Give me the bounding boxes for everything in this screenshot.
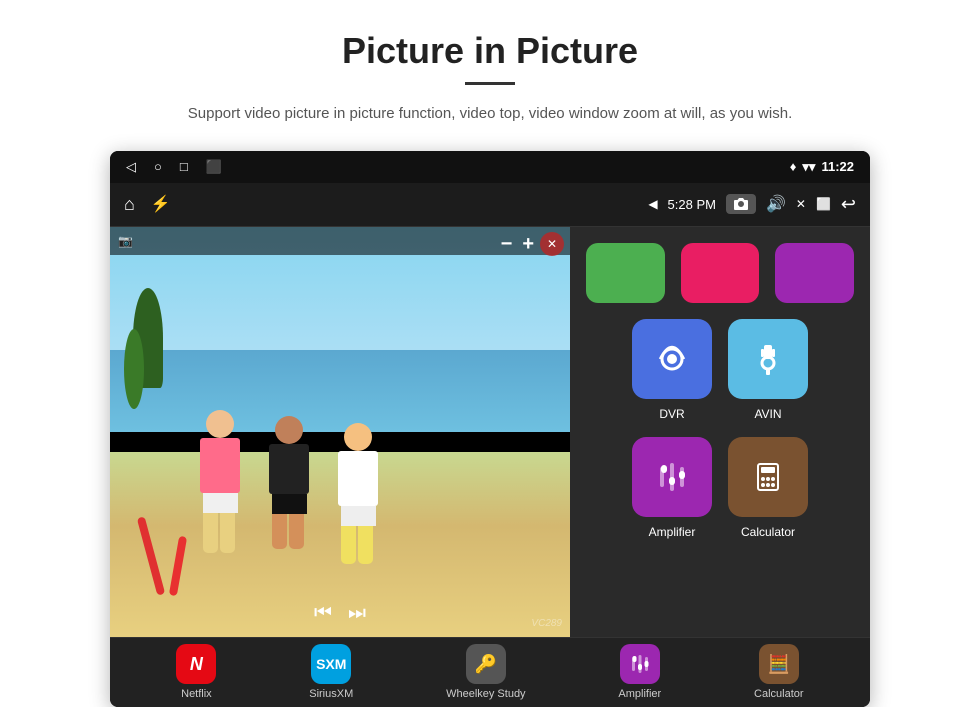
page-subtitle: Support video picture in picture functio… [188,101,792,127]
pip-plus-button[interactable]: + [522,233,534,256]
app-bar: ⌂ ⚡ ◀ 5:28 PM 🔊 ✕ ⬜ ↩ [110,183,870,227]
page-container: Picture in Picture Support video picture… [0,0,980,707]
app-bar-left: ⌂ ⚡ [124,194,171,215]
app-row-partial [586,243,854,303]
recent-nav-icon[interactable]: □ [180,159,188,174]
app-bar-right: ◀ 5:28 PM 🔊 ✕ ⬜ ↩ [648,194,856,215]
status-bar: ◁ ○ □ ⬛ ♦ ▾▾ 11:22 [110,151,870,183]
bottom-amplifier-icon [620,644,660,684]
wifi-icon: ◀ [648,197,657,211]
status-bar-left: ◁ ○ □ ⬛ [126,159,222,175]
app-row-1: DVR AVIN [586,319,854,421]
window-icon[interactable]: ⬜ [816,197,831,211]
app-row-2: Amplifier [586,437,854,539]
app-dvr[interactable]: DVR [632,319,712,421]
amplifier-label: Amplifier [649,525,696,539]
siriusxm-icon: SXM [311,644,351,684]
app-block-pink[interactable] [681,243,760,303]
bottom-siriusxm[interactable]: SXM SiriusXM [309,644,353,700]
netflix-label: Netflix [181,688,212,700]
app-block-green[interactable] [586,243,665,303]
usb-icon[interactable]: ⚡ [151,194,171,214]
calculator-icon-box [728,437,808,517]
title-divider [465,82,515,85]
page-title: Picture in Picture [342,30,638,72]
video-section[interactable]: 📷 − + ✕ ⏮ [110,227,570,637]
status-bar-right: ♦ ▾▾ 11:22 [790,159,854,175]
screenshot-nav-icon[interactable]: ⬛ [206,159,222,175]
wifi-signal-icon: ▾▾ [802,159,815,175]
home-nav-icon[interactable]: ○ [154,159,162,174]
dvr-icon-box [632,319,712,399]
app-amplifier[interactable]: Amplifier [632,437,712,539]
bottom-wheelkey[interactable]: 🔑 Wheelkey Study [446,644,525,700]
bottom-netflix[interactable]: N Netflix [176,644,216,700]
watermark: VC289 [531,618,562,629]
app-bar-time: 5:28 PM [668,197,716,212]
close-icon[interactable]: ✕ [796,197,806,211]
dvr-label: DVR [659,407,684,421]
netflix-icon: N [176,644,216,684]
pip-size-controls: − + [501,233,534,256]
main-area: 📷 − + ✕ ⏮ [110,227,870,637]
app-calculator[interactable]: Calculator [728,437,808,539]
back-nav-icon[interactable]: ◁ [126,159,136,175]
bottom-calculator-icon: 🧮 [759,644,799,684]
bottom-amplifier-label: Amplifier [618,688,661,700]
pip-close-button[interactable]: ✕ [540,232,564,256]
siriusxm-label: SiriusXM [309,688,353,700]
bottom-icons-bar: N Netflix SXM SiriusXM 🔑 Wheelkey Study [110,637,870,707]
wheelkey-icon: 🔑 [466,644,506,684]
avin-label: AVIN [754,407,781,421]
home-icon[interactable]: ⌂ [124,194,135,215]
pip-video: 📷 − + ✕ ⏮ [110,227,570,637]
pip-minus-button[interactable]: − [501,233,513,256]
amplifier-icon-box [632,437,712,517]
app-avin[interactable]: AVIN [728,319,808,421]
location-icon: ♦ [790,159,797,174]
calculator-label: Calculator [741,525,795,539]
pip-camera-icon: 📷 [118,234,133,248]
bottom-amplifier[interactable]: Amplifier [618,644,661,700]
volume-icon[interactable]: 🔊 [766,194,786,214]
pip-next-button[interactable]: ⏭ [348,602,366,625]
avin-icon-box [728,319,808,399]
device-frame: ◁ ○ □ ⬛ ♦ ▾▾ 11:22 ⌂ ⚡ ◀ 5:28 PM [110,151,870,707]
app-block-purple[interactable] [775,243,854,303]
camera-button[interactable] [726,194,756,214]
app-grid-section: DVR AVIN [570,227,870,637]
bottom-calculator-label: Calculator [754,688,804,700]
status-time: 11:22 [821,159,854,174]
pip-prev-button[interactable]: ⏮ [314,602,332,625]
back-icon[interactable]: ↩ [841,194,856,215]
bottom-calculator[interactable]: 🧮 Calculator [754,644,804,700]
wheelkey-label: Wheelkey Study [446,688,525,700]
